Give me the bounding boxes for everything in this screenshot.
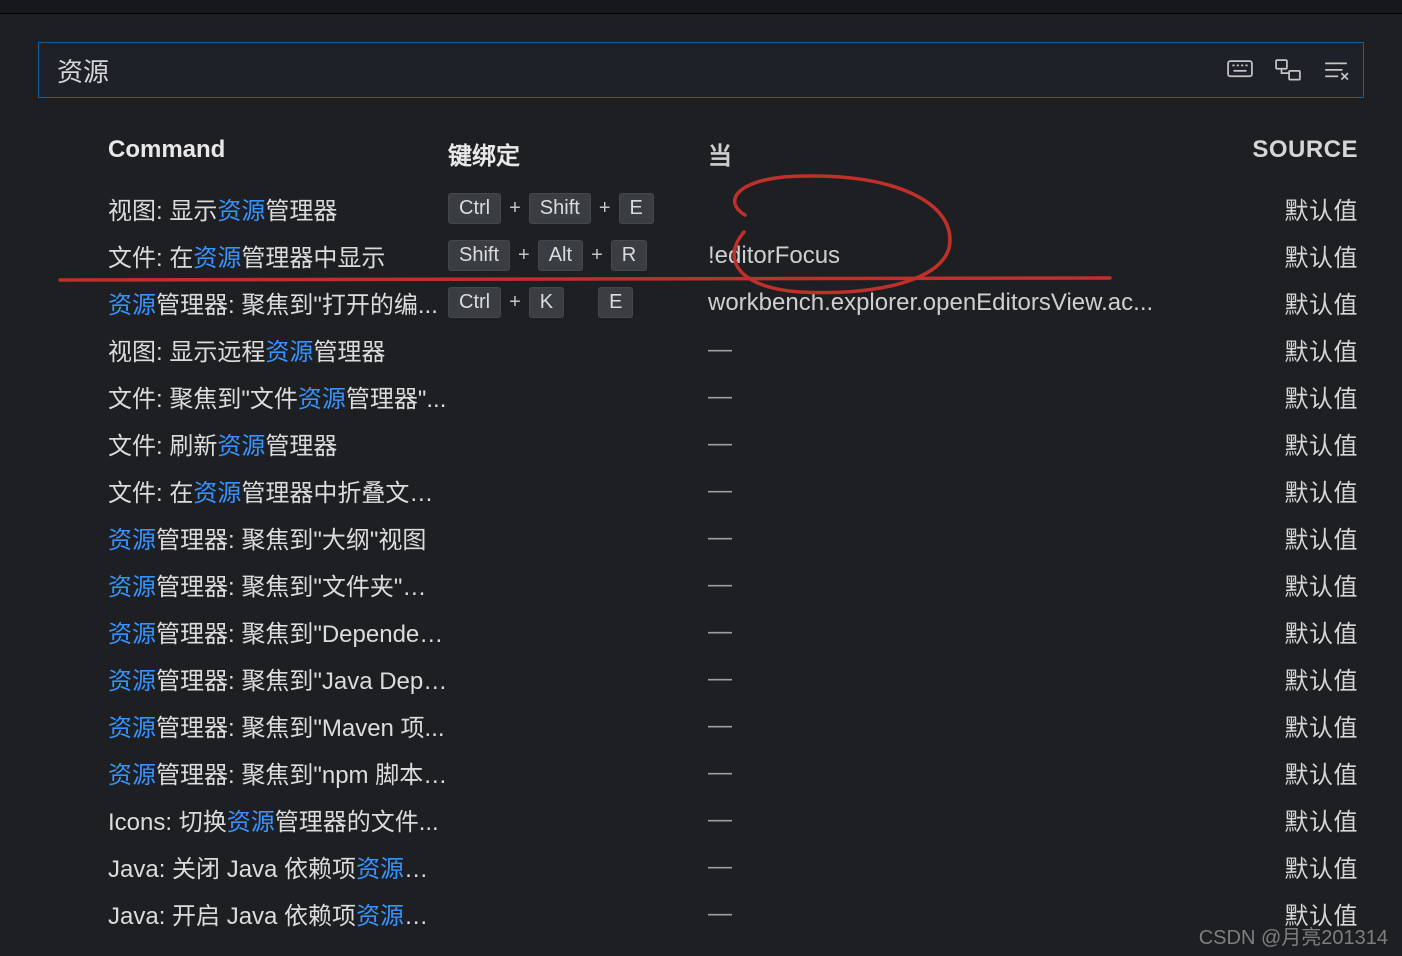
keybinding-cell: Shift+Alt+R (448, 240, 708, 271)
table-row[interactable]: 资源管理器: 聚焦到"Dependen... —默认值 (38, 608, 1364, 655)
table-row[interactable]: 文件: 在资源管理器中显示Shift+Alt+R!editorFocus默认值 (38, 232, 1364, 279)
when-cell: — (708, 759, 1198, 787)
when-cell: — (708, 430, 1198, 458)
keybinding-cell: Ctrl+KE (448, 287, 708, 318)
key-cap: Shift (529, 193, 591, 224)
source-cell: 默认值 (1198, 473, 1364, 508)
table-row[interactable]: 视图: 显示资源管理器Ctrl+Shift+E 默认值 (38, 185, 1364, 232)
source-cell: 默认值 (1198, 708, 1364, 743)
search-action-icons (1207, 59, 1349, 81)
header-keybinding[interactable]: 键绑定 (448, 136, 708, 171)
keybinding-search-box[interactable]: 资源 (38, 42, 1364, 98)
key-cap: R (611, 240, 647, 271)
command-cell: Icons: 切换资源管理器的文件... (38, 802, 448, 837)
table-row[interactable]: 资源管理器: 聚焦到"大纲"视图 —默认值 (38, 514, 1364, 561)
source-cell: 默认值 (1198, 755, 1364, 790)
table-row[interactable]: 视图: 显示远程资源管理器 —默认值 (38, 326, 1364, 373)
source-cell: 默认值 (1198, 802, 1364, 837)
table-row[interactable]: 文件: 刷新资源管理器 —默认值 (38, 420, 1364, 467)
header-when[interactable]: 当 (708, 136, 1198, 171)
keybindings-table: Command 键绑定 当 SOURCE 视图: 显示资源管理器Ctrl+Shi… (38, 128, 1364, 937)
when-cell: — (708, 853, 1198, 881)
when-cell: workbench.explorer.openEditorsView.ac... (708, 289, 1198, 317)
key-cap: E (619, 193, 654, 224)
table-row[interactable]: Java: 关闭 Java 依赖项资源管... —默认值 (38, 843, 1364, 890)
record-keys-icon[interactable] (1227, 59, 1253, 81)
table-row[interactable]: 资源管理器: 聚焦到"npm 脚本"... —默认值 (38, 749, 1364, 796)
table-row[interactable]: Icons: 切换资源管理器的文件... —默认值 (38, 796, 1364, 843)
search-input-value[interactable]: 资源 (57, 52, 1207, 89)
when-cell: — (708, 618, 1198, 646)
key-cap: E (598, 287, 633, 318)
when-cell: — (708, 806, 1198, 834)
source-cell: 默认值 (1198, 191, 1364, 226)
key-cap: Alt (538, 240, 583, 271)
command-cell: 资源管理器: 聚焦到"Maven 项... (38, 708, 448, 743)
command-cell: 文件: 聚焦到"文件资源管理器"... (38, 379, 448, 414)
table-row[interactable]: 资源管理器: 聚焦到"文件夹"视图 —默认值 (38, 561, 1364, 608)
command-cell: 资源管理器: 聚焦到"Dependen... (38, 614, 448, 649)
table-row[interactable]: 文件: 在资源管理器中折叠文件... —默认值 (38, 467, 1364, 514)
when-cell: — (708, 383, 1198, 411)
when-cell: !editorFocus (708, 242, 1198, 270)
keybinding-cell: Ctrl+Shift+E (448, 193, 708, 224)
key-cap: Ctrl (448, 193, 501, 224)
header-command[interactable]: Command (38, 136, 448, 171)
table-row[interactable]: 资源管理器: 聚焦到"Maven 项... —默认值 (38, 702, 1364, 749)
key-cap: Shift (448, 240, 510, 271)
source-cell: 默认值 (1198, 849, 1364, 884)
table-body: 视图: 显示资源管理器Ctrl+Shift+E默认值文件: 在资源管理器中显示S… (38, 185, 1364, 937)
command-cell: 文件: 刷新资源管理器 (38, 426, 448, 461)
key-cap: Ctrl (448, 287, 501, 318)
key-cap: K (529, 287, 564, 318)
table-row[interactable]: 文件: 聚焦到"文件资源管理器"... —默认值 (38, 373, 1364, 420)
header-source[interactable]: SOURCE (1198, 136, 1364, 171)
source-cell: 默认值 (1198, 661, 1364, 696)
sort-precedence-icon[interactable] (1275, 59, 1301, 81)
command-cell: 文件: 在资源管理器中折叠文件... (38, 473, 448, 508)
command-cell: 资源管理器: 聚焦到"大纲"视图 (38, 520, 448, 555)
command-cell: 资源管理器: 聚焦到"文件夹"视图 (38, 567, 448, 602)
table-row[interactable]: Java: 开启 Java 依赖项资源管...—默认值 (38, 890, 1364, 937)
command-cell: 视图: 显示资源管理器 (38, 191, 448, 226)
clear-search-icon[interactable] (1323, 59, 1349, 81)
when-cell: — (708, 665, 1198, 693)
when-cell: — (708, 524, 1198, 552)
when-cell: — (708, 900, 1198, 928)
command-cell: 资源管理器: 聚焦到"Java Depe... (38, 661, 448, 696)
window-top-strip (0, 0, 1402, 14)
command-cell: 资源管理器: 聚焦到"打开的编... (38, 285, 448, 320)
when-cell: — (708, 336, 1198, 364)
source-cell: 默认值 (1198, 379, 1364, 414)
when-cell: — (708, 477, 1198, 505)
source-cell: 默认值 (1198, 332, 1364, 367)
source-cell: 默认值 (1198, 520, 1364, 555)
command-cell: Java: 关闭 Java 依赖项资源管... (38, 849, 448, 884)
when-cell: — (708, 712, 1198, 740)
watermark-text: CSDN @月亮201314 (1199, 921, 1388, 950)
command-cell: 资源管理器: 聚焦到"npm 脚本"... (38, 755, 448, 790)
command-cell: Java: 开启 Java 依赖项资源管... (38, 896, 448, 931)
source-cell: 默认值 (1198, 614, 1364, 649)
source-cell: 默认值 (1198, 567, 1364, 602)
table-row[interactable]: 资源管理器: 聚焦到"打开的编...Ctrl+KEworkbench.explo… (38, 279, 1364, 326)
command-cell: 视图: 显示远程资源管理器 (38, 332, 448, 367)
when-cell: — (708, 571, 1198, 599)
source-cell: 默认值 (1198, 426, 1364, 461)
command-cell: 文件: 在资源管理器中显示 (38, 238, 448, 273)
table-header: Command 键绑定 当 SOURCE (38, 128, 1364, 185)
table-row[interactable]: 资源管理器: 聚焦到"Java Depe... —默认值 (38, 655, 1364, 702)
source-cell: 默认值 (1198, 238, 1364, 273)
source-cell: 默认值 (1198, 285, 1364, 320)
